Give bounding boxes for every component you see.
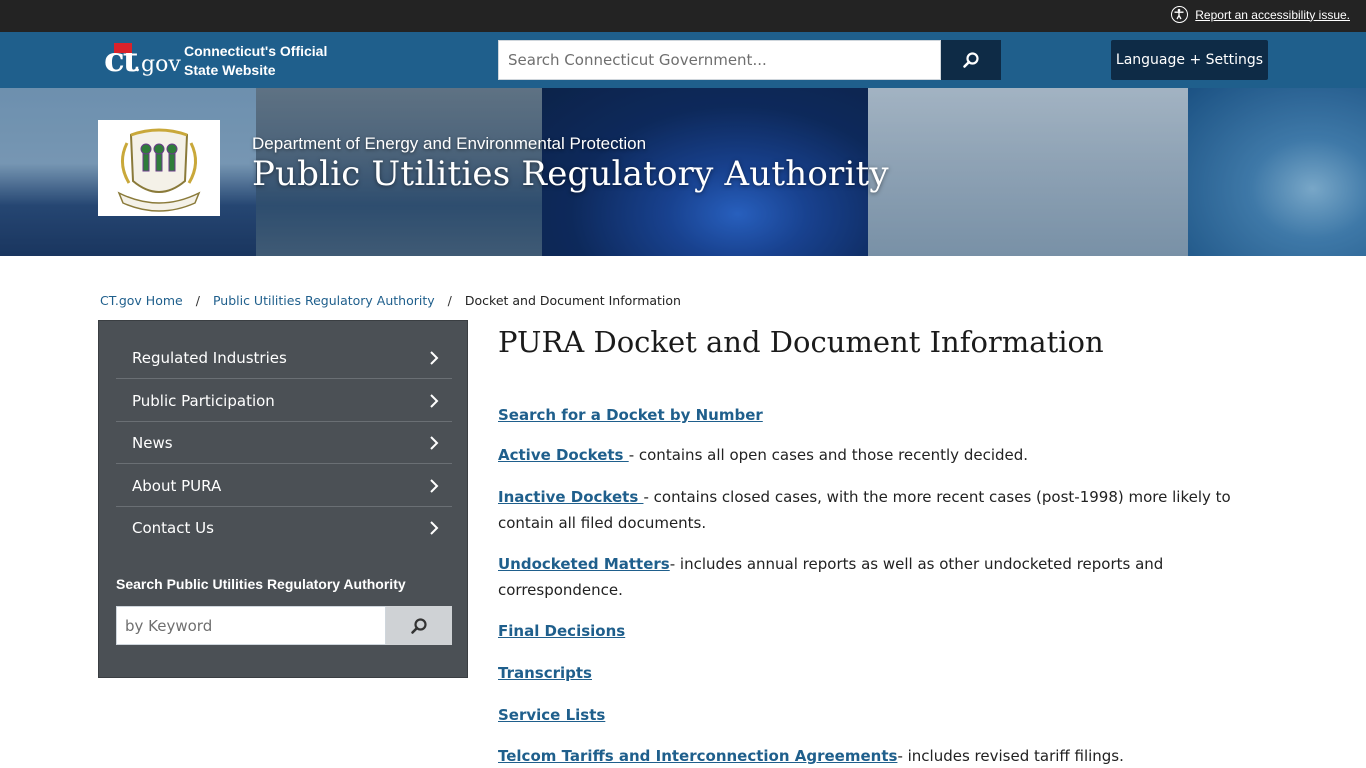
content-entry: Active Dockets - contains all open cases… — [498, 442, 1278, 468]
agency-search-input[interactable] — [117, 607, 385, 644]
sidebar-item-label: Contact Us — [132, 519, 214, 537]
sidebar-item-label: Public Participation — [132, 391, 275, 410]
site-name-line1: Connecticut's Official — [184, 43, 328, 59]
sidebar-item-contact-us[interactable]: Contact Us — [116, 507, 452, 549]
search-icon — [963, 52, 979, 68]
sidebar-item-label: Regulated Industries — [132, 348, 287, 367]
connecticut-seal-icon[interactable] — [98, 120, 220, 216]
breadcrumb-agency[interactable]: Public Utilities Regulatory Authority — [213, 293, 435, 308]
sidebar-item-label: About PURA — [132, 476, 222, 495]
breadcrumb-separator: / — [195, 293, 200, 308]
accessibility-icon — [1171, 6, 1189, 23]
department-name: Department of Energy and Environmental P… — [252, 134, 647, 153]
content-entry: Telcom Tariffs and Interconnection Agree… — [498, 743, 1278, 768]
link-service-lists[interactable]: Service Lists — [498, 706, 605, 724]
content-entry: Service Lists — [498, 702, 1278, 728]
sidebar-item-public-participation[interactable]: Public Participation — [116, 380, 452, 422]
agency-name: Public Utilities Regulatory Authority — [252, 154, 889, 194]
site-name-line2: State Website — [184, 62, 276, 78]
sidebar-item-label: News — [132, 433, 173, 452]
breadcrumb-home[interactable]: CT.gov Home — [100, 293, 183, 308]
entry-description: - includes revised tariff filings. — [897, 747, 1124, 765]
search-icon — [411, 617, 427, 634]
link-search-docket[interactable]: Search for a Docket by Number — [498, 406, 763, 424]
language-settings-button[interactable]: Language + Settings — [1111, 40, 1268, 80]
global-search-input[interactable] — [499, 41, 940, 79]
ct-gov-logo[interactable]: ct .gov — [104, 40, 181, 80]
breadcrumb-current: Docket and Document Information — [464, 293, 681, 308]
global-search-button[interactable] — [941, 40, 1001, 80]
agency-search-button[interactable] — [386, 606, 452, 645]
sidebar-item-regulated-industries[interactable]: Regulated Industries — [116, 337, 452, 379]
utility-bar: Report an accessibility issue. — [0, 0, 1366, 32]
logo-flag-icon — [114, 43, 132, 53]
sidebar-item-news[interactable]: News — [116, 422, 452, 464]
content-entry: Final Decisions — [498, 618, 1278, 644]
breadcrumb-separator: / — [447, 293, 452, 308]
agency-search-box — [116, 606, 386, 645]
link-transcripts[interactable]: Transcripts — [498, 664, 592, 682]
agency-banner: Department of Energy and Environmental P… — [0, 88, 1366, 256]
chevron-right-icon — [430, 393, 439, 408]
sidebar-item-about-pura[interactable]: About PURA — [116, 465, 452, 507]
content-entry: Transcripts — [498, 660, 1278, 686]
site-header: ct .gov Connecticut's Official State Web… — [0, 32, 1366, 88]
content-entry: Search for a Docket by Number — [498, 402, 1278, 428]
accessibility-report-link[interactable]: Report an accessibility issue. — [1195, 8, 1350, 22]
chevron-right-icon — [430, 521, 439, 535]
chevron-right-icon — [430, 435, 439, 450]
logo-gov-text: .gov — [134, 52, 181, 77]
content-entry: Undocketed Matters- includes annual repo… — [498, 551, 1278, 603]
link-telcom-tariffs[interactable]: Telcom Tariffs and Interconnection Agree… — [498, 747, 897, 765]
link-undocketed-matters[interactable]: Undocketed Matters — [498, 555, 670, 573]
global-search-box — [498, 40, 941, 80]
chevron-right-icon — [430, 350, 439, 365]
agency-search-label: Search Public Utilities Regulatory Autho… — [116, 576, 406, 592]
content-entry: Inactive Dockets - contains closed cases… — [498, 484, 1278, 536]
accessibility-report[interactable]: Report an accessibility issue. — [1171, 6, 1350, 23]
page-title: PURA Docket and Document Information — [498, 325, 1104, 359]
chevron-right-icon — [430, 478, 439, 493]
sidebar: Regulated Industries Public Participatio… — [98, 320, 468, 678]
site-name[interactable]: Connecticut's Official State Website — [184, 42, 327, 80]
link-inactive-dockets[interactable]: Inactive Dockets — [498, 488, 643, 506]
link-active-dockets[interactable]: Active Dockets — [498, 446, 629, 464]
breadcrumb: CT.gov Home / Public Utilities Regulator… — [100, 293, 681, 308]
entry-description: - contains all open cases and those rece… — [628, 446, 1029, 464]
link-final-decisions[interactable]: Final Decisions — [498, 622, 625, 640]
